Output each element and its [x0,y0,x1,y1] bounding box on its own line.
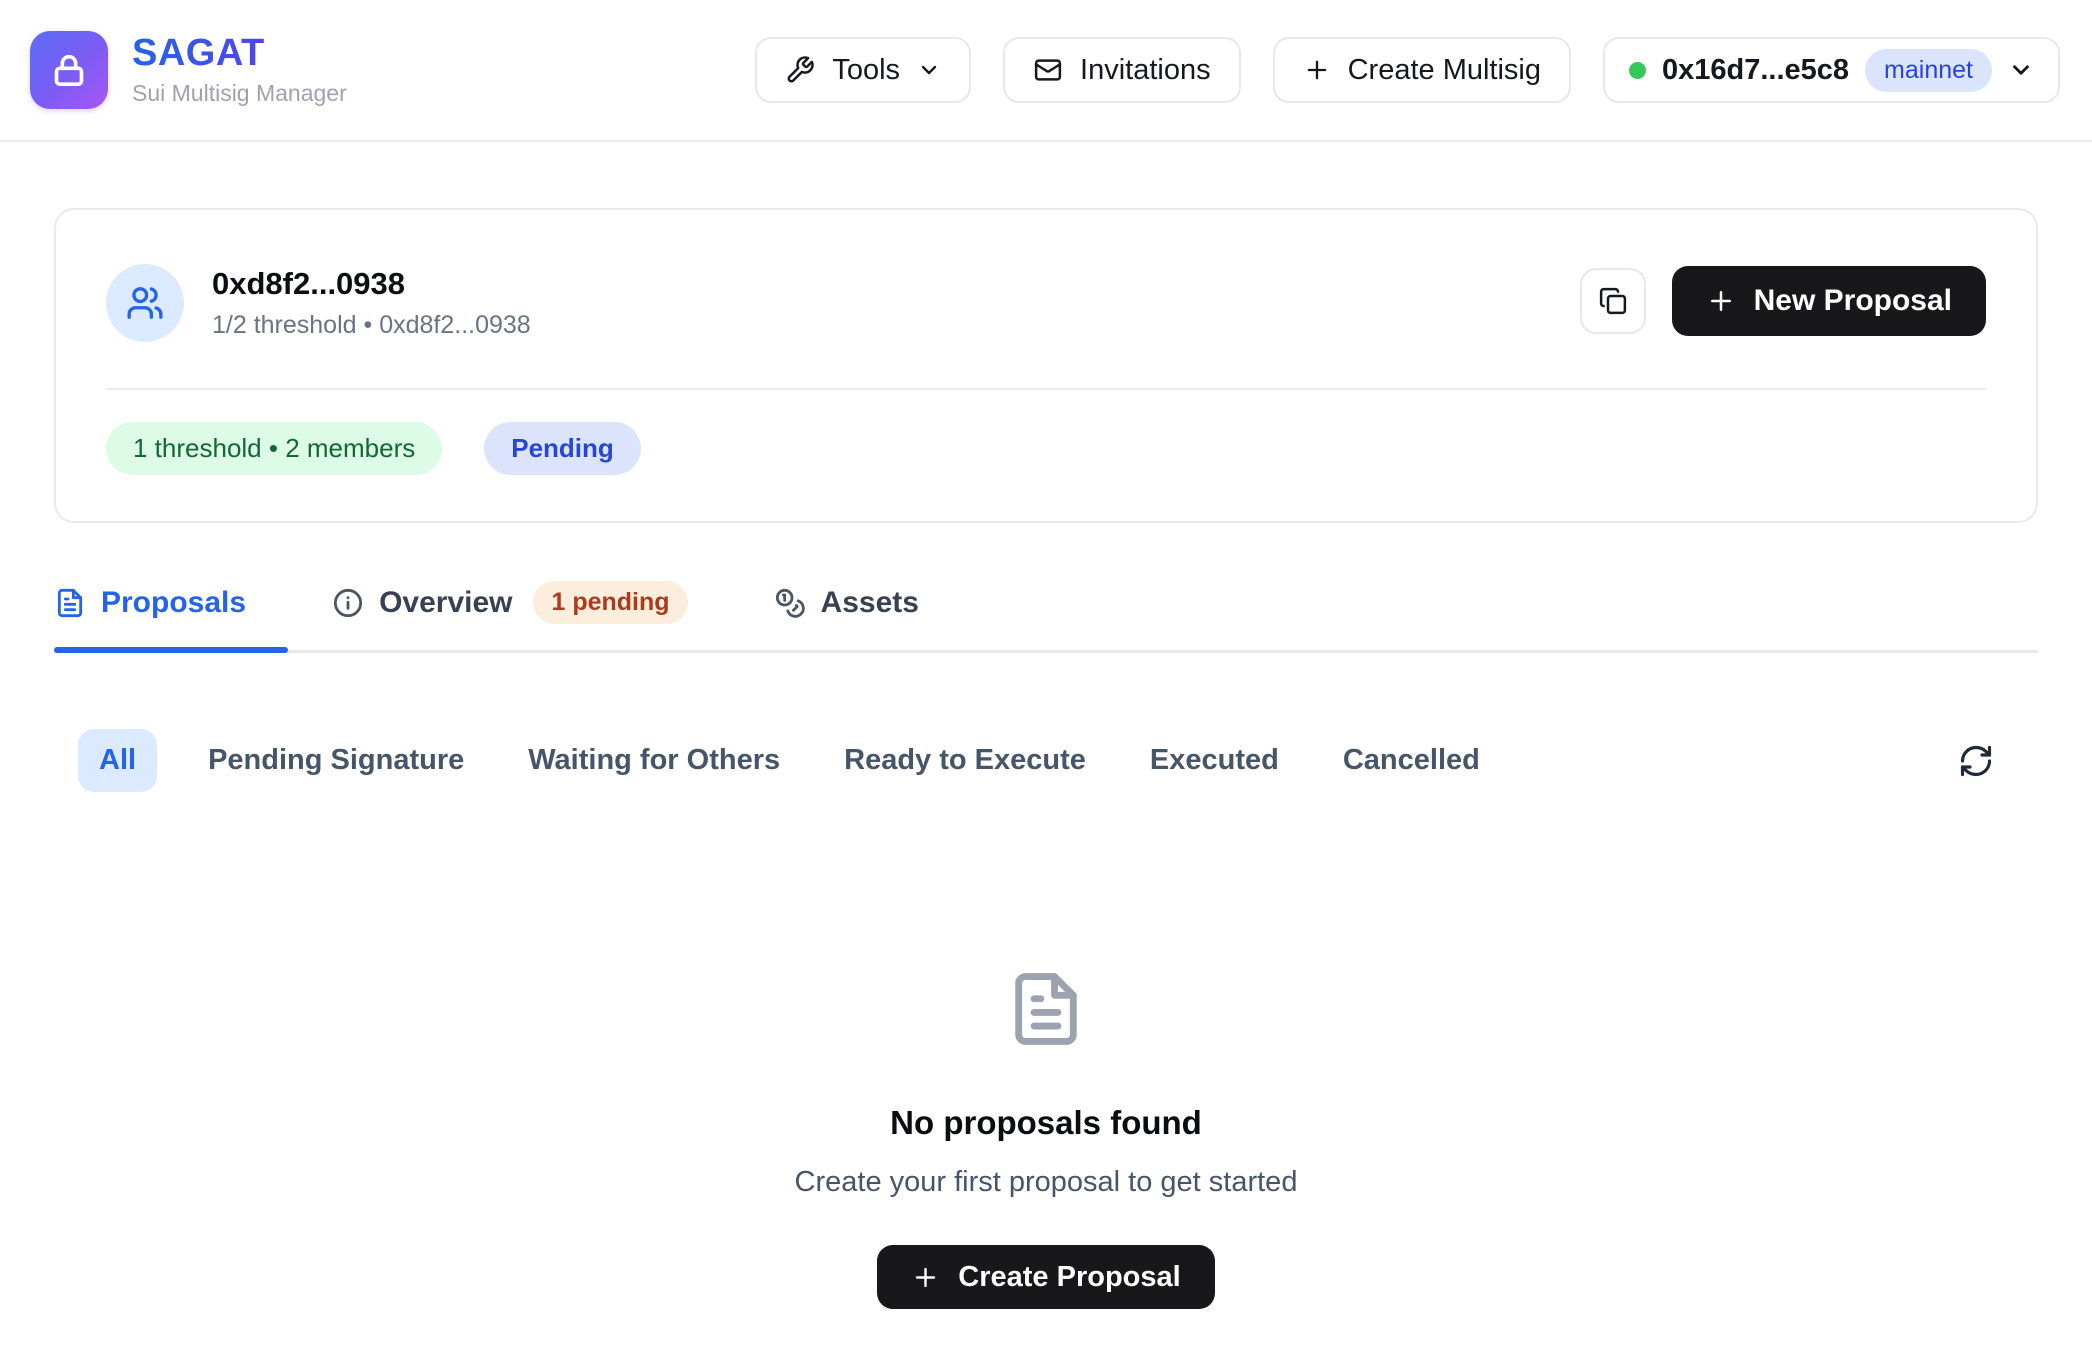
pending-count-badge: 1 pending [533,581,687,624]
main-content: 0xd8f2...0938 1/2 threshold • 0xd8f2...0… [0,208,2092,1309]
app-subtitle: Sui Multisig Manager [132,80,347,107]
tab-assets-label: Assets [821,586,919,620]
filter-cancelled[interactable]: Cancelled [1330,744,1493,777]
tools-label: Tools [832,54,900,87]
info-icon [332,587,364,619]
status-badge: Pending [484,422,641,475]
users-icon [126,284,164,322]
wallet-address: 0x16d7...e5c8 [1662,54,1849,87]
create-proposal-label: Create Proposal [958,1261,1180,1294]
create-multisig-label: Create Multisig [1348,54,1541,87]
empty-state: No proposals found Create your first pro… [54,968,2038,1309]
tab-assets[interactable]: Assets [774,581,961,650]
tab-overview-label: Overview [379,586,512,620]
multisig-identity: 0xd8f2...0938 1/2 threshold • 0xd8f2...0… [106,264,531,342]
app-header: SAGAT Sui Multisig Manager Tools [0,0,2092,142]
multisig-subtitle: 1/2 threshold • 0xd8f2...0938 [212,311,531,340]
plus-icon [1303,56,1331,84]
brand-text: SAGAT Sui Multisig Manager [132,33,347,107]
empty-state-subtitle: Create your first proposal to get starte… [795,1166,1298,1199]
copy-icon [1598,286,1628,316]
file-text-icon [1005,968,1087,1050]
filter-executed[interactable]: Executed [1137,744,1292,777]
filter-waiting-for-others[interactable]: Waiting for Others [515,744,793,777]
multisig-title: 0xd8f2...0938 [212,266,531,302]
new-proposal-button[interactable]: New Proposal [1672,266,1986,336]
create-multisig-button[interactable]: Create Multisig [1273,37,1571,103]
multisig-card-top: 0xd8f2...0938 1/2 threshold • 0xd8f2...0… [106,264,1986,342]
proposal-filters: All Pending Signature Waiting for Others… [78,729,2038,792]
create-proposal-button[interactable]: Create Proposal [877,1245,1214,1309]
multisig-card: 0xd8f2...0938 1/2 threshold • 0xd8f2...0… [54,208,2038,523]
tab-overview[interactable]: Overview 1 pending [332,581,729,650]
new-proposal-label: New Proposal [1754,284,1952,318]
filter-pending-signature[interactable]: Pending Signature [195,744,477,777]
tab-proposals[interactable]: Proposals [54,581,288,650]
filter-all[interactable]: All [78,729,157,792]
wallet-selector[interactable]: 0x16d7...e5c8 mainnet [1603,37,2060,103]
card-divider [106,388,1986,390]
multisig-badges: 1 threshold • 2 members Pending [106,422,1986,475]
invitations-label: Invitations [1080,54,1211,87]
chevron-down-icon [2008,57,2034,83]
multisig-titles: 0xd8f2...0938 1/2 threshold • 0xd8f2...0… [212,266,531,340]
plus-icon [911,1263,940,1292]
tab-proposals-label: Proposals [101,586,246,620]
filter-ready-to-execute[interactable]: Ready to Execute [831,744,1099,777]
app-logo [30,31,108,109]
connection-status-dot [1629,62,1646,79]
empty-state-title: No proposals found [890,1104,1202,1142]
wrench-icon [785,55,815,85]
plus-icon [1706,286,1736,316]
members-badge: 1 threshold • 2 members [106,422,442,475]
chevron-down-icon [917,58,941,82]
mail-icon [1033,55,1063,85]
refresh-icon [1958,743,1994,779]
lock-icon [49,50,89,90]
header-actions: Tools Invitations Create M [755,37,2060,103]
coins-icon [774,587,806,619]
app-title: SAGAT [132,33,347,75]
brand: SAGAT Sui Multisig Manager [30,31,347,109]
refresh-button[interactable] [1958,743,1994,779]
multisig-actions: New Proposal [1580,266,1986,336]
network-badge: mainnet [1865,49,1992,92]
file-text-icon [54,587,86,619]
copy-address-button[interactable] [1580,268,1646,334]
tab-bar: Proposals Overview 1 pending A [54,581,2038,653]
tools-button[interactable]: Tools [755,37,971,103]
invitations-button[interactable]: Invitations [1003,37,1241,103]
multisig-avatar [106,264,184,342]
